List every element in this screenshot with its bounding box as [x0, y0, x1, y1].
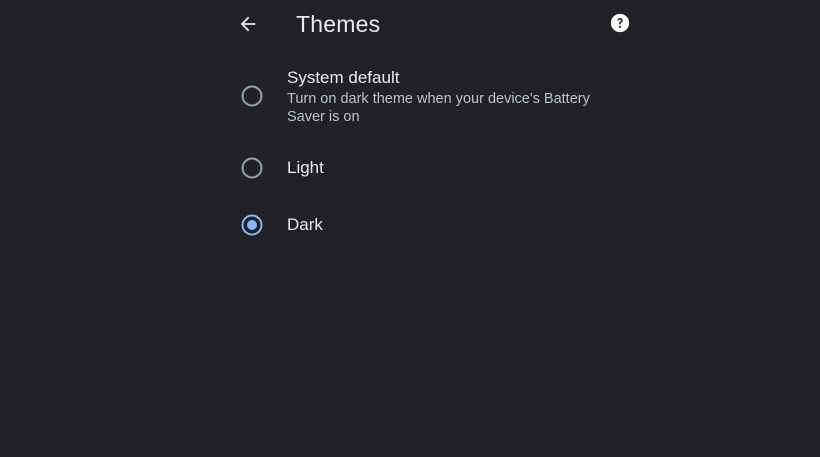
theme-option-dark[interactable]: Dark [230, 209, 630, 241]
radio-selected-icon[interactable] [241, 214, 263, 236]
page-title: Themes [296, 11, 381, 37]
theme-option-label: Light [287, 158, 324, 177]
help-circle-icon [610, 13, 630, 33]
theme-option-label: Dark [287, 215, 323, 234]
theme-option-light[interactable]: Light [230, 152, 630, 184]
radio-unselected-icon[interactable] [241, 85, 263, 107]
back-button[interactable] [233, 9, 263, 39]
app-bar: Themes [0, 0, 820, 48]
theme-option-description: Turn on dark theme when your device's Ba… [287, 91, 590, 125]
theme-option-label: System default [287, 68, 400, 87]
theme-option-system-default[interactable]: System default Turn on dark theme when y… [230, 66, 630, 130]
help-button[interactable] [607, 10, 633, 36]
arrow-back-icon [240, 16, 256, 32]
radio-unselected-icon[interactable] [241, 157, 263, 179]
